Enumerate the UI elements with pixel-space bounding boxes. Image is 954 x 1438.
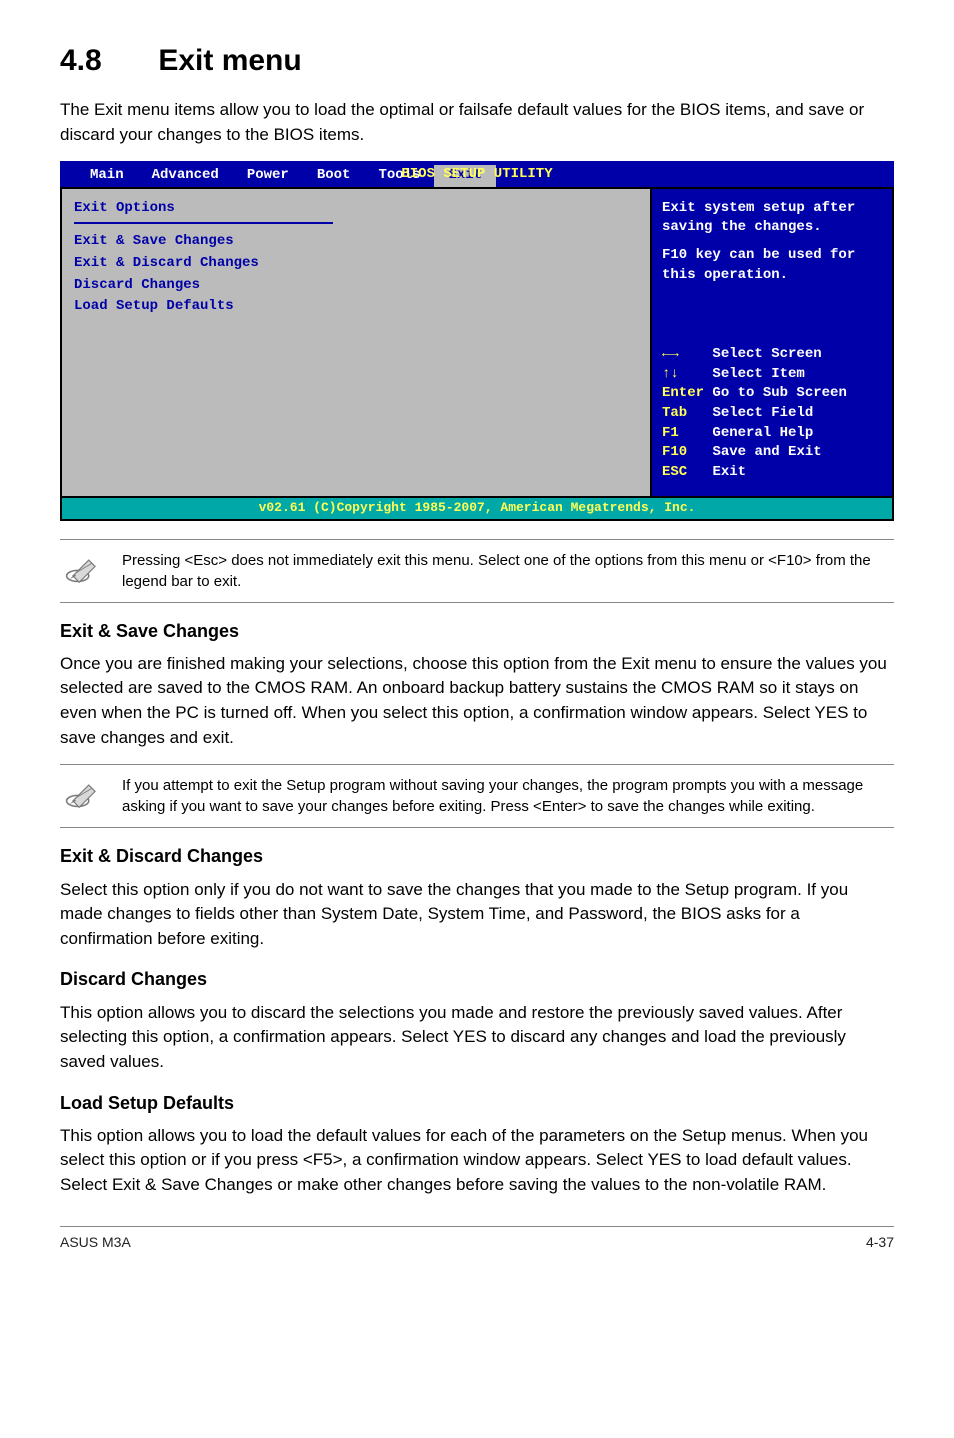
help-text: Exit <box>712 464 746 480</box>
bios-right-desc2: F10 key can be used for this operation. <box>662 246 882 285</box>
spacer <box>662 238 882 246</box>
bios-title-bar: BIOS SETUP UTILITY Main Advanced Power B… <box>60 161 894 187</box>
bios-tab-tools[interactable]: Tools <box>364 165 434 187</box>
body-defaults: This option allows you to load the defau… <box>60 1124 894 1198</box>
bios-help-row: ESC Exit <box>662 463 882 483</box>
page-footer: ASUS M3A 4-37 <box>60 1226 894 1253</box>
spacer <box>662 285 882 345</box>
bios-help-row: Tab Select Field <box>662 404 882 424</box>
help-text: Save and Exit <box>712 444 821 460</box>
bios-opt-exit-discard[interactable]: Exit & Discard Changes <box>74 254 638 274</box>
key-label: Enter <box>662 385 704 401</box>
bios-body: Exit Options Exit & Save Changes Exit & … <box>60 187 894 499</box>
key-label: ESC <box>662 464 687 480</box>
pencil-note-icon <box>64 775 104 811</box>
bios-tab-main[interactable]: Main <box>76 165 138 187</box>
bios-footer: v02.61 (C)Copyright 1985-2007, American … <box>60 498 894 520</box>
intro-paragraph: The Exit menu items allow you to load th… <box>60 98 894 147</box>
help-text: General Help <box>712 425 813 441</box>
arrows-ud-icon: ↑↓ <box>662 366 679 382</box>
key-label: F10 <box>662 444 687 460</box>
footer-left: ASUS M3A <box>60 1233 131 1253</box>
bios-help-row: F10 Save and Exit <box>662 443 882 463</box>
help-text: Select Field <box>712 405 813 421</box>
pencil-note-icon <box>64 550 104 586</box>
key-label: Tab <box>662 405 687 421</box>
body-discard: Select this option only if you do not wa… <box>60 878 894 952</box>
bios-opt-exit-save[interactable]: Exit & Save Changes <box>74 232 638 252</box>
arrows-lr-icon: ←→ <box>662 346 679 362</box>
heading-discard: Exit & Discard Changes <box>60 844 894 869</box>
note-text: Pressing <Esc> does not immediately exit… <box>122 550 890 592</box>
bios-help-row: Enter Go to Sub Screen <box>662 384 882 404</box>
bios-tab-power[interactable]: Power <box>233 165 303 187</box>
heading-discard-only: Discard Changes <box>60 967 894 992</box>
bios-screenshot: BIOS SETUP UTILITY Main Advanced Power B… <box>60 161 894 520</box>
bios-opt-discard[interactable]: Discard Changes <box>74 276 638 296</box>
bios-help-row: ←→ Select Screen <box>662 345 882 365</box>
bios-opt-load-defaults[interactable]: Load Setup Defaults <box>74 297 638 317</box>
footer-right: 4-37 <box>866 1233 894 1253</box>
bios-help-row: F1 General Help <box>662 424 882 444</box>
note-text: If you attempt to exit the Setup program… <box>122 775 890 817</box>
help-text: Select Item <box>712 366 804 382</box>
bios-help-row: ↑↓ Select Item <box>662 365 882 385</box>
bios-tabs: Main Advanced Power Boot Tools Exit <box>62 165 496 187</box>
bios-divider <box>74 222 333 224</box>
bios-tab-exit[interactable]: Exit <box>434 165 496 187</box>
note-save: If you attempt to exit the Setup program… <box>60 764 894 828</box>
bios-tab-advanced[interactable]: Advanced <box>138 165 233 187</box>
body-discard-only: This option allows you to discard the se… <box>60 1001 894 1075</box>
bios-left-panel: Exit Options Exit & Save Changes Exit & … <box>62 189 652 497</box>
bios-exit-options-heading: Exit Options <box>74 199 638 219</box>
body-save: Once you are finished making your select… <box>60 652 894 751</box>
key-label: F1 <box>662 425 679 441</box>
bios-right-desc1: Exit system setup after saving the chang… <box>662 199 882 238</box>
bios-tab-boot[interactable]: Boot <box>303 165 365 187</box>
bios-right-panel: Exit system setup after saving the chang… <box>652 189 892 497</box>
heading-save: Exit & Save Changes <box>60 619 894 644</box>
page-heading: 4.8 Exit menu <box>60 40 894 82</box>
help-text: Go to Sub Screen <box>712 385 846 401</box>
note-esc: Pressing <Esc> does not immediately exit… <box>60 539 894 603</box>
heading-defaults: Load Setup Defaults <box>60 1091 894 1116</box>
section-title: Exit menu <box>158 44 301 77</box>
help-text: Select Screen <box>712 346 821 362</box>
bios-help-block: ←→ Select Screen ↑↓ Select Item Enter Go… <box>662 345 882 482</box>
section-number: 4.8 <box>60 40 150 82</box>
